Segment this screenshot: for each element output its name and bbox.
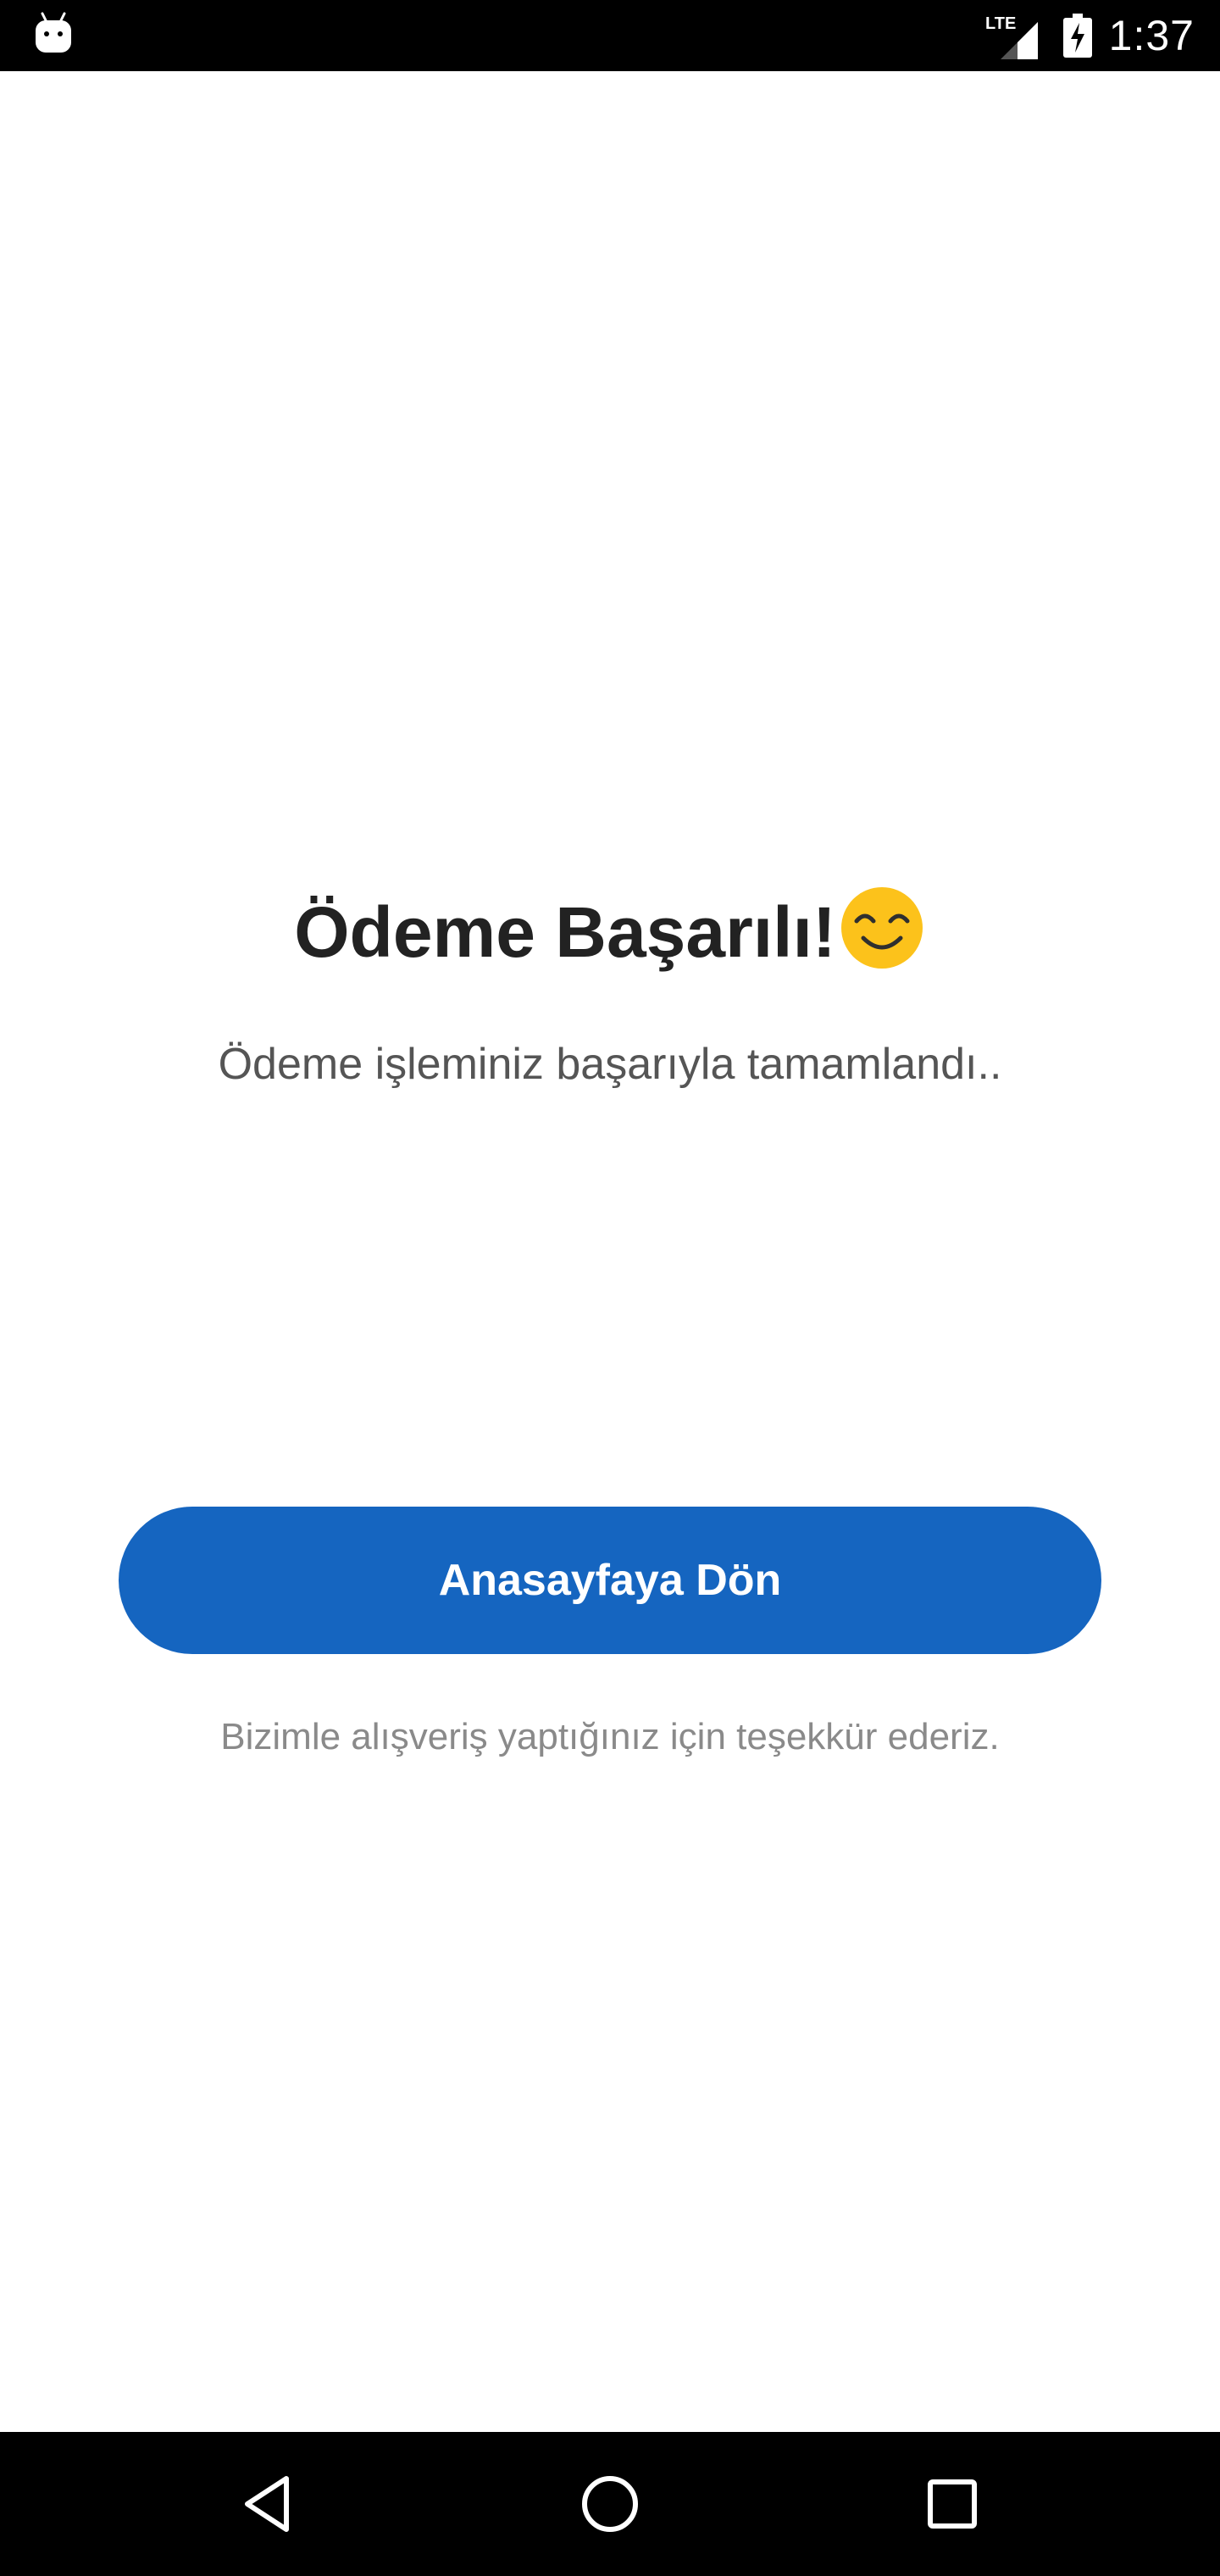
recents-icon <box>928 2479 977 2529</box>
home-icon <box>582 2476 638 2532</box>
lte-signal-icon: LTE <box>985 14 1038 59</box>
success-message: Ödeme işleminiz başarıyla tamamlandı.. <box>218 1040 1002 1089</box>
page-title: Ödeme Başarılı! <box>294 892 836 972</box>
battery-charging-icon <box>1062 14 1092 58</box>
nav-home-button[interactable] <box>568 2462 652 2546</box>
nav-recents-button[interactable] <box>910 2462 995 2546</box>
android-icon <box>36 12 71 53</box>
back-icon <box>245 2476 289 2532</box>
payment-success-screen: LTE 1:37 Ödeme Başarılı! Ödeme işleminiz… <box>0 0 1220 2576</box>
title-row: Ödeme Başarılı! <box>0 881 1220 983</box>
status-bar: LTE 1:37 <box>0 0 1220 71</box>
nav-back-button[interactable] <box>225 2462 310 2546</box>
thanks-message: Bizimle alışveriş yaptığınız için teşekk… <box>220 1716 1000 1757</box>
network-label: LTE <box>985 14 1016 33</box>
smiling-face-icon <box>840 887 923 969</box>
status-clock: 1:37 <box>1108 12 1195 59</box>
back-to-home-button[interactable]: Anasayfaya Dön <box>119 1507 1101 1654</box>
status-icons: LTE 1:37 <box>985 0 1195 71</box>
navigation-bar <box>0 2432 1220 2576</box>
